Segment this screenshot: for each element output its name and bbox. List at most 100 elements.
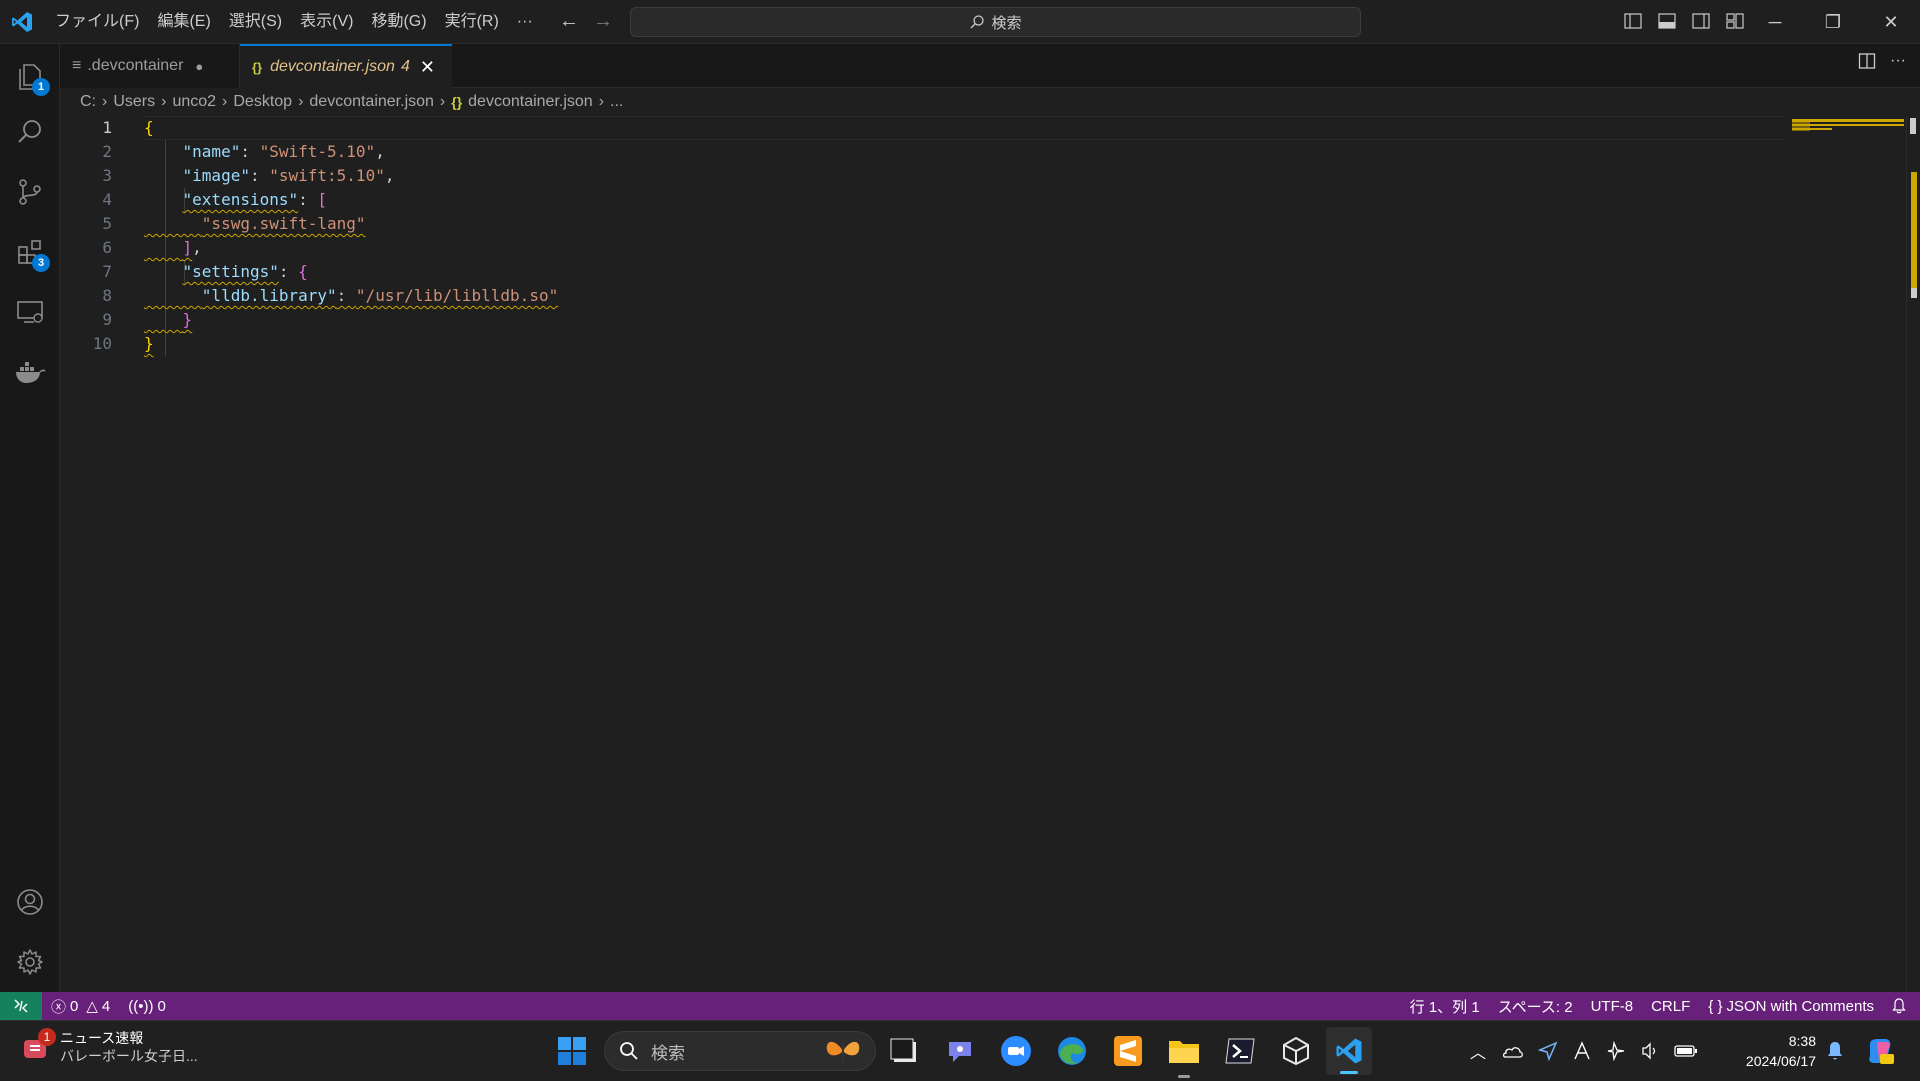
search-view-button[interactable] bbox=[0, 104, 60, 160]
explorer-badge: 1 bbox=[32, 78, 50, 96]
indentation[interactable]: スペース: 2 bbox=[1489, 996, 1582, 1017]
restore-icon[interactable]: ❐ bbox=[1804, 0, 1862, 44]
terminal-app[interactable] bbox=[1220, 1031, 1260, 1071]
news-widget[interactable]: 1 ニュース速報 バレーボール女子日... bbox=[22, 1028, 198, 1065]
menu-go[interactable]: 移動(G) bbox=[362, 0, 435, 44]
accounts-button[interactable] bbox=[0, 874, 60, 930]
command-center-search[interactable]: 検索 bbox=[630, 7, 1361, 37]
close-tab-icon[interactable]: ✕ bbox=[420, 57, 435, 78]
title-bar: ファイル(F) 編集(E) 選択(S) 表示(V) 移動(G) 実行(R) ··… bbox=[0, 0, 1920, 44]
code-line: "name": "Swift-5.10", bbox=[182, 142, 385, 161]
line-number: 2 bbox=[102, 142, 112, 161]
manage-button[interactable] bbox=[0, 934, 60, 990]
remote-indicator[interactable] bbox=[0, 992, 42, 1020]
airplane-mode-icon[interactable] bbox=[1606, 1041, 1626, 1061]
activity-bar: 1 3 bbox=[0, 44, 60, 992]
modified-dot-icon[interactable]: ● bbox=[195, 59, 203, 74]
clock-date: 2024/06/17 bbox=[1745, 1053, 1816, 1069]
breadcrumb: C: › Users › unco2 › Desktop › devcontainer.… bbox=[60, 88, 1920, 116]
teams-chat-button[interactable] bbox=[940, 1031, 980, 1071]
breadcrumb-drive[interactable]: C: bbox=[80, 93, 96, 111]
chevron-right-icon: › bbox=[298, 93, 304, 110]
edge-browser-app[interactable] bbox=[1052, 1031, 1092, 1071]
line-number: 4 bbox=[102, 190, 112, 209]
menu-edit[interactable]: 編集(E) bbox=[148, 0, 219, 44]
code-editor[interactable]: 1 2 3 4 5 6 7 8 9 10 { "name": "Swift-5.… bbox=[60, 116, 1920, 992]
ports-indicator[interactable]: ((•)) 0 bbox=[119, 998, 175, 1015]
volume-icon[interactable] bbox=[1640, 1041, 1660, 1061]
zoom-app[interactable] bbox=[996, 1031, 1036, 1071]
notifications-bell-icon[interactable] bbox=[1883, 998, 1920, 1014]
source-control-button[interactable] bbox=[0, 164, 60, 220]
close-window-icon[interactable]: ✕ bbox=[1862, 0, 1920, 44]
toggle-secondary-sidebar-icon[interactable] bbox=[1688, 8, 1714, 34]
code-line: "sswg.swift-lang" bbox=[201, 214, 366, 233]
language-mode[interactable]: { } JSON with Comments bbox=[1699, 998, 1883, 1015]
news-subtitle: バレーボール女子日... bbox=[60, 1048, 198, 1064]
encoding[interactable]: UTF-8 bbox=[1582, 998, 1643, 1015]
scroll-thumb[interactable] bbox=[1911, 288, 1917, 298]
code-line: "extensions": [ bbox=[182, 190, 328, 209]
sublime-text-app[interactable] bbox=[1108, 1031, 1148, 1071]
windows-logo-icon bbox=[558, 1037, 586, 1065]
ime-icon[interactable] bbox=[1572, 1041, 1592, 1061]
breadcrumb-symbol[interactable]: ... bbox=[610, 93, 623, 111]
battery-icon[interactable] bbox=[1674, 1044, 1698, 1058]
location-arrow-icon[interactable] bbox=[1538, 1041, 1558, 1061]
menu-selection[interactable]: 選択(S) bbox=[220, 0, 291, 44]
terminal-icon bbox=[1225, 1038, 1255, 1064]
onedrive-cloud-icon[interactable] bbox=[1500, 1043, 1524, 1059]
menu-lines-icon: ≡ bbox=[72, 57, 82, 74]
search-icon bbox=[18, 120, 41, 143]
more-actions-icon[interactable]: ··· bbox=[1890, 52, 1906, 75]
line-number: 9 bbox=[102, 310, 112, 329]
menu-run[interactable]: 実行(R) bbox=[436, 0, 508, 44]
back-arrow-icon[interactable]: ← bbox=[556, 8, 582, 34]
docker-button[interactable] bbox=[0, 344, 60, 400]
unity-app[interactable] bbox=[1276, 1031, 1316, 1071]
vscode-logo-icon[interactable] bbox=[10, 10, 34, 34]
explorer-button[interactable]: 1 bbox=[0, 48, 60, 104]
remote-explorer-button[interactable] bbox=[0, 284, 60, 340]
copilot-button[interactable] bbox=[1860, 1031, 1900, 1071]
chevron-up-icon[interactable]: ︿ bbox=[1470, 1039, 1486, 1063]
vertical-scrollbar[interactable] bbox=[1906, 116, 1920, 992]
task-view-button[interactable] bbox=[884, 1031, 924, 1071]
vscode-taskbar-app[interactable] bbox=[1326, 1027, 1372, 1075]
cursor-position[interactable]: 行 1、列 1 bbox=[1401, 996, 1489, 1017]
start-button[interactable] bbox=[552, 1031, 592, 1071]
taskbar-search[interactable]: 検索 bbox=[604, 1031, 876, 1071]
extensions-button[interactable]: 3 bbox=[0, 224, 60, 280]
toggle-primary-sidebar-icon[interactable] bbox=[1620, 8, 1646, 34]
menu-more[interactable]: ··· bbox=[508, 0, 542, 44]
problems-indicator[interactable]: ⓧ 0 △ 4 bbox=[42, 996, 119, 1017]
file-explorer-app[interactable] bbox=[1164, 1031, 1204, 1078]
status-bar: ⓧ 0 △ 4 ((•)) 0 行 1、列 1 スペース: 2 UTF-8 CRLF … bbox=[0, 992, 1920, 1020]
clock-time: 8:38 bbox=[1788, 1033, 1816, 1049]
toggle-panel-icon[interactable] bbox=[1654, 8, 1680, 34]
breadcrumb-users[interactable]: Users bbox=[113, 93, 155, 111]
minimize-icon[interactable]: ─ bbox=[1746, 0, 1804, 44]
customize-layout-icon[interactable] bbox=[1722, 8, 1748, 34]
tab-devcontainer-folder[interactable]: ≡ .devcontainer ● bbox=[60, 44, 240, 88]
minimap[interactable] bbox=[1790, 116, 1906, 146]
breadcrumb-desktop[interactable]: Desktop bbox=[233, 93, 292, 111]
split-editor-icon[interactable] bbox=[1858, 52, 1876, 75]
menu-view[interactable]: 表示(V) bbox=[291, 0, 362, 44]
forward-arrow-icon[interactable]: → bbox=[590, 8, 616, 34]
system-tray: ︿ bbox=[1470, 1021, 1698, 1081]
scroll-cursor-marker bbox=[1910, 118, 1916, 134]
clock[interactable]: 8:38 2024/06/17 bbox=[1730, 1031, 1816, 1071]
notification-center-button[interactable] bbox=[1820, 1031, 1850, 1071]
chevron-right-icon: › bbox=[102, 93, 108, 110]
menu-file[interactable]: ファイル(F) bbox=[46, 0, 148, 44]
breadcrumb-folder[interactable]: devcontainer.json bbox=[309, 93, 434, 111]
breadcrumb-user[interactable]: unco2 bbox=[172, 93, 216, 111]
code-line: { bbox=[144, 118, 154, 137]
line-number: 1 bbox=[102, 118, 112, 137]
breadcrumb-file[interactable]: devcontainer.json bbox=[468, 93, 593, 111]
zoom-icon bbox=[1001, 1036, 1031, 1066]
sublime-text-icon bbox=[1114, 1036, 1142, 1066]
tab-devcontainer-json[interactable]: {} devcontainer.json 4 ✕ bbox=[240, 44, 452, 88]
end-of-line[interactable]: CRLF bbox=[1642, 998, 1699, 1015]
